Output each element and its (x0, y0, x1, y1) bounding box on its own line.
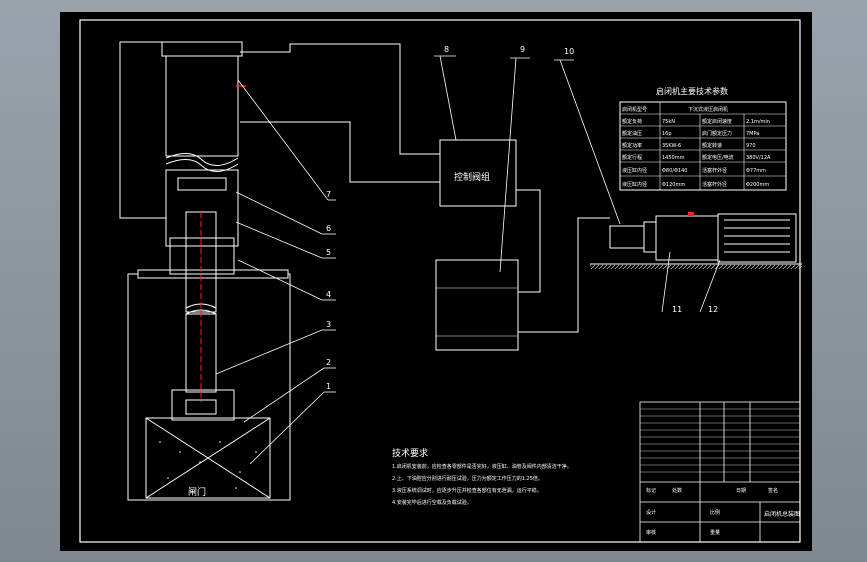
table-cell: 额定负荷 (622, 118, 642, 125)
table-cell: 额定电压/电流 (702, 154, 734, 161)
table-cell: Φ120mm (662, 182, 685, 188)
table-cell: 16p (662, 131, 672, 137)
table-cell: 活塞杆外径 (702, 167, 727, 174)
table-cell: 额定油压 (622, 130, 642, 137)
pipe-return (516, 189, 541, 293)
table-cell: 35KW-6 (662, 143, 681, 149)
base-hatch (590, 265, 802, 269)
title-mark: 日期 (736, 488, 746, 494)
table-cell: 启门额定压力 (702, 130, 732, 137)
motor-mark (688, 212, 694, 216)
part-number: 7 (326, 190, 331, 199)
pipe-upper (240, 43, 440, 155)
table-cell: Φ200mm (746, 182, 769, 188)
part-number: 3 (326, 320, 331, 329)
pipe-left (119, 41, 166, 219)
break-line-top (165, 153, 239, 166)
title-label: 重量 (710, 529, 720, 536)
bell-housing (655, 215, 719, 261)
left-part-numbers: 7 6 5 4 3 2 1 (326, 190, 331, 391)
pump (609, 225, 645, 249)
cad-viewport: 闸门 7 6 5 4 3 2 1 控制阀组 8 9 10 11 12 启闭机主要… (0, 0, 867, 562)
part-number: 9 (520, 45, 525, 54)
part-number: 1 (326, 382, 331, 391)
lower-flange (169, 237, 235, 275)
part-number: 10 (564, 47, 574, 56)
tech-req-list: 1.启闭机安装前，应检查各零部件是否完好，液压缸、油管及阀件内部清洁干净。 2.… (392, 463, 572, 506)
upper-tube (165, 55, 239, 157)
title-label: 审核 (646, 529, 656, 536)
title-mark: 标记 (646, 487, 656, 494)
table-cell: Φ77mm (746, 168, 766, 174)
part-number: 5 (326, 248, 331, 257)
table-cell: 额定转速 (702, 142, 722, 149)
drawing-sheet: 闸门 7 6 5 4 3 2 1 控制阀组 8 9 10 11 12 启闭机主要… (60, 12, 812, 551)
table-cell: 7MPa (746, 131, 759, 137)
table-cell: 75kN (662, 119, 675, 125)
leader-9 (499, 57, 517, 273)
coupling (643, 221, 657, 253)
top-cap (161, 41, 243, 57)
leader-8 (439, 55, 457, 141)
tech-req-item: 1.启闭机安装前，应检查各零部件是否完好，液压缸、油管及阀件内部清洁干净。 (392, 463, 572, 470)
leader-11 (661, 251, 671, 313)
table-cell: 活塞杆外径 (702, 181, 727, 188)
table-cell: 液压缸内径 (622, 167, 647, 174)
pit-wall (127, 273, 291, 501)
tech-table-title: 启闭机主要技术参数 (656, 86, 728, 96)
table-cell: 额定行程 (622, 154, 642, 161)
part-number: 8 (444, 45, 449, 54)
table-cell: 液压缸内径 (622, 181, 647, 188)
gate-label: 闸门 (188, 486, 206, 498)
tech-req-item: 3.液压系统调试时，应逐步升压并检查各部位有无泄漏，运行平稳。 (392, 487, 542, 494)
piston (177, 177, 227, 191)
control-valve-label: 控制阀组 (454, 171, 490, 183)
motor (717, 213, 797, 263)
tech-req-title: 技术要求 (392, 447, 428, 459)
title-block-marks: 标记 处数 日期 签名 设计 审核 比例 重量 (646, 487, 778, 536)
tech-req-item: 4.安装完毕后进行空载及负载试验。 (392, 499, 472, 506)
table-cell: 1450mm (662, 155, 685, 161)
leader-10 (559, 59, 621, 225)
oil-tank (435, 259, 519, 351)
title-label: 比例 (710, 509, 720, 516)
title-block-rows (640, 408, 800, 473)
pipe-pump (518, 217, 610, 333)
table-cell: 额定启闭速度 (702, 118, 732, 125)
part-number: 4 (326, 290, 331, 299)
part-number: 2 (326, 358, 331, 367)
middle-tube (165, 169, 239, 247)
tech-table: 启闭机型号 下沉式液压启闭机 额定负荷 75kN 额定启闭速度 2.1m/min… (619, 101, 787, 191)
part-number: 11 (672, 305, 682, 314)
title-label: 设计 (646, 509, 656, 516)
tech-req-item: 2.上、下油腔应分别进行耐压试验，压力为额定工作压力的1.25倍。 (392, 475, 543, 482)
table-cell: 额定功率 (622, 142, 642, 149)
gate-hatch (159, 441, 257, 489)
drawing-canvas: 闸门 7 6 5 4 3 2 1 控制阀组 8 9 10 11 12 启闭机主要… (79, 19, 802, 543)
hoist-assembly (119, 41, 440, 501)
title-mark: 签名 (768, 487, 778, 494)
table-cell: 启闭机型号 (622, 106, 647, 113)
table-cell: 2.1m/min (746, 119, 770, 125)
pipe-mid (240, 121, 440, 183)
title-mark: 处数 (672, 487, 682, 494)
table-cell: 380V/12A (746, 155, 771, 161)
table-cell: 970 (746, 143, 756, 149)
motor-pump-unit (590, 213, 802, 265)
part-number: 12 (708, 305, 718, 314)
part-number: 6 (326, 224, 331, 233)
table-cell: Φ80/Φ140 (662, 168, 687, 174)
hanger-pin (185, 399, 217, 415)
table-cell: 下沉式液压启闭机 (688, 106, 728, 113)
hanger (171, 389, 235, 421)
title-block-name: 启闭机总装图 (764, 510, 800, 518)
